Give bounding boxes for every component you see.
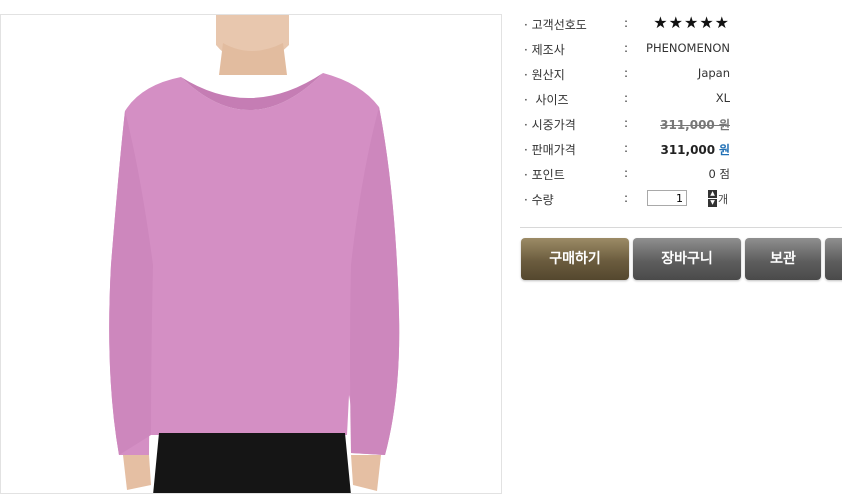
origin-value: Japan	[697, 66, 730, 80]
info-row-origin: · 원산지 : Japan	[520, 63, 736, 88]
quantity-input[interactable]	[647, 190, 687, 206]
colon: :	[624, 191, 629, 205]
quantity-down-icon[interactable]: ▼	[708, 199, 717, 207]
quantity-label: · 수량	[524, 193, 554, 207]
product-photo-illustration	[1, 15, 501, 493]
sale-price-currency: 원	[718, 143, 730, 157]
colon: :	[624, 166, 629, 180]
colon: :	[624, 141, 629, 155]
manufacturer-value: PHENOMENON	[646, 41, 730, 55]
buy-now-button[interactable]: 구매하기	[521, 238, 629, 280]
colon: :	[624, 66, 629, 80]
market-price-value: 311,000 원	[660, 118, 730, 132]
quantity-unit: 개	[718, 193, 729, 206]
divider	[520, 227, 842, 228]
add-to-cart-button[interactable]: 장바구니	[633, 238, 741, 280]
manufacturer-label: · 제조사	[524, 43, 565, 57]
info-row-market-price: · 시중가격 : 311,000 원	[520, 113, 736, 138]
colon: :	[624, 91, 629, 105]
info-row-sale-price: · 판매가격 : 311,000 원	[520, 138, 736, 163]
size-label: · 사이즈	[524, 93, 569, 107]
quantity-stepper[interactable]: ▲ ▼	[708, 190, 717, 208]
wishlist-button[interactable]: 보관	[745, 238, 821, 280]
rating-stars: ★★★★★	[653, 13, 730, 32]
sale-price-amount: 311,000	[660, 143, 716, 157]
info-row-quantity: · 수량 : ▲ ▼ 개	[520, 188, 736, 213]
product-image[interactable]	[0, 14, 502, 494]
size-value: XL	[715, 91, 730, 105]
info-row-size: · 사이즈 : XL	[520, 88, 736, 113]
info-row-points: · 포인트 : 0 점	[520, 163, 736, 188]
sale-price-value: 311,000 원	[660, 141, 730, 158]
product-info-table: · 고객선호도 : ★★★★★ · 제조사 : PHENOMENON · 원산지…	[520, 13, 736, 213]
points-value: 0 점	[708, 167, 730, 181]
market-price-label: · 시중가격	[524, 118, 576, 132]
quantity-up-icon[interactable]: ▲	[708, 190, 717, 198]
colon: :	[624, 16, 629, 30]
colon: :	[624, 116, 629, 130]
origin-label: · 원산지	[524, 68, 565, 82]
preference-label: · 고객선호도	[524, 18, 587, 32]
more-button[interactable]	[825, 238, 842, 280]
info-row-preference: · 고객선호도 : ★★★★★	[520, 13, 736, 38]
points-label: · 포인트	[524, 168, 565, 182]
info-row-manufacturer: · 제조사 : PHENOMENON	[520, 38, 736, 63]
sale-price-label: · 판매가격	[524, 143, 576, 157]
colon: :	[624, 41, 629, 55]
